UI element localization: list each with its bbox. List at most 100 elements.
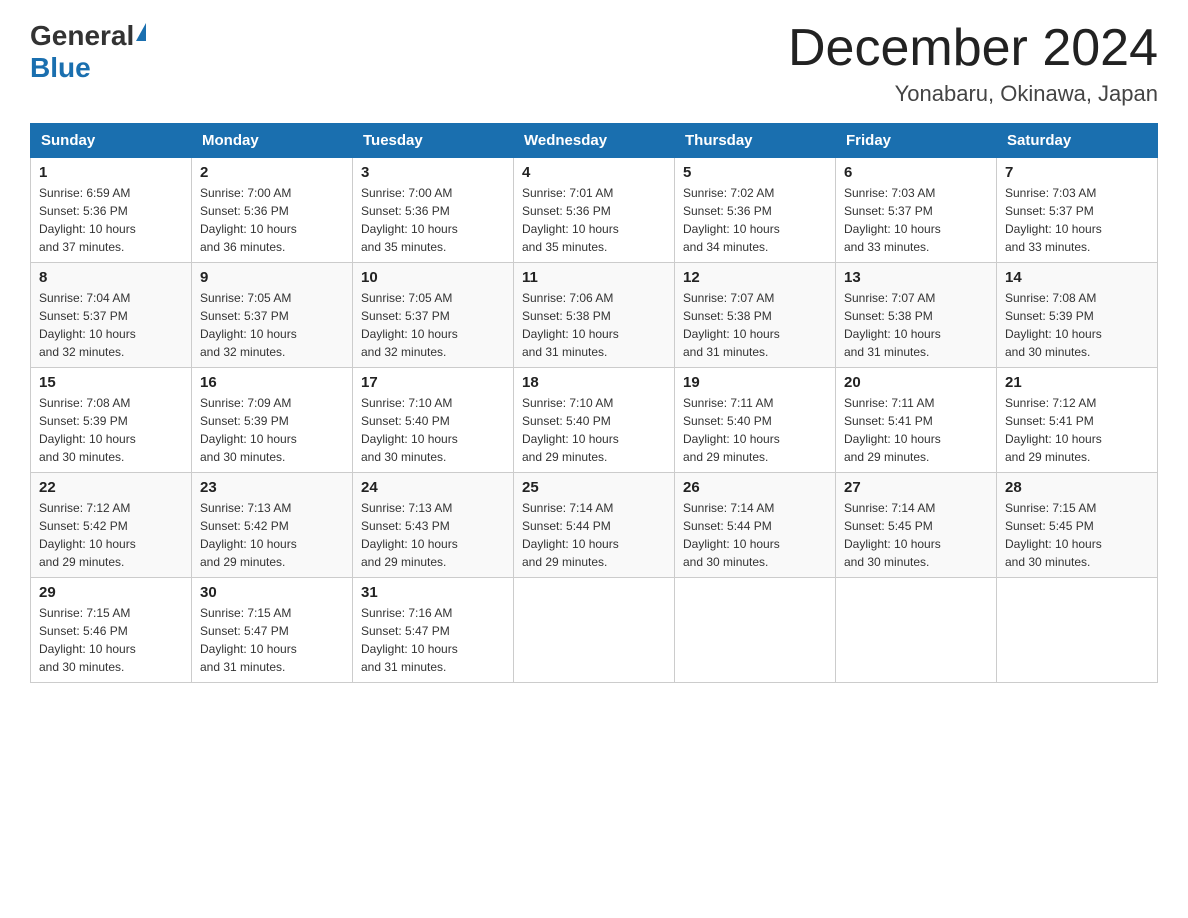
day-number: 10 xyxy=(361,269,505,286)
calendar-cell: 29 Sunrise: 7:15 AMSunset: 5:46 PMDayligh… xyxy=(31,578,192,683)
day-number: 21 xyxy=(1005,374,1149,391)
day-info: Sunrise: 7:11 AMSunset: 5:40 PMDaylight:… xyxy=(683,394,827,466)
day-number: 18 xyxy=(522,374,666,391)
day-info: Sunrise: 7:00 AMSunset: 5:36 PMDaylight:… xyxy=(361,184,505,256)
calendar-cell: 10 Sunrise: 7:05 AMSunset: 5:37 PMDayligh… xyxy=(353,263,514,368)
day-info: Sunrise: 7:08 AMSunset: 5:39 PMDaylight:… xyxy=(39,394,183,466)
calendar-cell: 6Sunrise: 7:03 AMSunset: 5:37 PMDaylight… xyxy=(836,158,997,263)
day-number: 17 xyxy=(361,374,505,391)
location-title: Yonabaru, Okinawa, Japan xyxy=(788,81,1158,107)
day-number: 19 xyxy=(683,374,827,391)
day-info: Sunrise: 7:00 AMSunset: 5:36 PMDaylight:… xyxy=(200,184,344,256)
weekday-header-row: SundayMondayTuesdayWednesdayThursdayFrid… xyxy=(31,124,1158,158)
day-number: 8 xyxy=(39,269,183,286)
calendar-cell xyxy=(997,578,1158,683)
day-info: Sunrise: 7:13 AMSunset: 5:42 PMDaylight:… xyxy=(200,499,344,571)
day-number: 2 xyxy=(200,164,344,181)
calendar-cell: 26 Sunrise: 7:14 AMSunset: 5:44 PMDayligh… xyxy=(675,473,836,578)
calendar-cell: 18 Sunrise: 7:10 AMSunset: 5:40 PMDayligh… xyxy=(514,368,675,473)
day-number: 15 xyxy=(39,374,183,391)
calendar-cell: 30Sunrise: 7:15 AMSunset: 5:47 PMDayligh… xyxy=(192,578,353,683)
calendar-cell: 3 Sunrise: 7:00 AMSunset: 5:36 PMDaylight… xyxy=(353,158,514,263)
calendar-week-row: 1 Sunrise: 6:59 AMSunset: 5:36 PMDaylight… xyxy=(31,158,1158,263)
day-number: 31 xyxy=(361,584,505,601)
day-info: Sunrise: 7:14 AMSunset: 5:44 PMDaylight:… xyxy=(683,499,827,571)
calendar-cell: 15 Sunrise: 7:08 AMSunset: 5:39 PMDayligh… xyxy=(31,368,192,473)
day-info: Sunrise: 7:07 AMSunset: 5:38 PMDaylight:… xyxy=(683,289,827,361)
day-info: Sunrise: 7:06 AMSunset: 5:38 PMDaylight:… xyxy=(522,289,666,361)
calendar-cell: 22 Sunrise: 7:12 AMSunset: 5:42 PMDayligh… xyxy=(31,473,192,578)
calendar-week-row: 8 Sunrise: 7:04 AMSunset: 5:37 PMDaylight… xyxy=(31,263,1158,368)
day-number: 14 xyxy=(1005,269,1149,286)
day-info: Sunrise: 7:12 AMSunset: 5:42 PMDaylight:… xyxy=(39,499,183,571)
calendar-cell: 16Sunrise: 7:09 AMSunset: 5:39 PMDayligh… xyxy=(192,368,353,473)
day-info: Sunrise: 6:59 AMSunset: 5:36 PMDaylight:… xyxy=(39,184,183,256)
day-number: 12 xyxy=(683,269,827,286)
calendar-cell: 7 Sunrise: 7:03 AMSunset: 5:37 PMDaylight… xyxy=(997,158,1158,263)
calendar-cell: 17Sunrise: 7:10 AMSunset: 5:40 PMDayligh… xyxy=(353,368,514,473)
calendar-cell: 9Sunrise: 7:05 AMSunset: 5:37 PMDaylight… xyxy=(192,263,353,368)
calendar-cell: 2 Sunrise: 7:00 AMSunset: 5:36 PMDaylight… xyxy=(192,158,353,263)
header-monday: Monday xyxy=(192,124,353,158)
calendar-cell: 28 Sunrise: 7:15 AMSunset: 5:45 PMDayligh… xyxy=(997,473,1158,578)
day-info: Sunrise: 7:15 AMSunset: 5:46 PMDaylight:… xyxy=(39,604,183,676)
calendar-cell: 21 Sunrise: 7:12 AMSunset: 5:41 PMDayligh… xyxy=(997,368,1158,473)
day-number: 11 xyxy=(522,269,666,286)
calendar-cell: 4Sunrise: 7:01 AMSunset: 5:36 PMDaylight… xyxy=(514,158,675,263)
calendar-week-row: 29 Sunrise: 7:15 AMSunset: 5:46 PMDayligh… xyxy=(31,578,1158,683)
day-number: 26 xyxy=(683,479,827,496)
header-wednesday: Wednesday xyxy=(514,124,675,158)
calendar-cell: 25 Sunrise: 7:14 AMSunset: 5:44 PMDayligh… xyxy=(514,473,675,578)
day-info: Sunrise: 7:04 AMSunset: 5:37 PMDaylight:… xyxy=(39,289,183,361)
header-thursday: Thursday xyxy=(675,124,836,158)
calendar-cell: 5 Sunrise: 7:02 AMSunset: 5:36 PMDaylight… xyxy=(675,158,836,263)
day-info: Sunrise: 7:08 AMSunset: 5:39 PMDaylight:… xyxy=(1005,289,1149,361)
day-info: Sunrise: 7:12 AMSunset: 5:41 PMDaylight:… xyxy=(1005,394,1149,466)
day-info: Sunrise: 7:05 AMSunset: 5:37 PMDaylight:… xyxy=(361,289,505,361)
day-number: 20 xyxy=(844,374,988,391)
day-number: 9 xyxy=(200,269,344,286)
calendar-cell: 20Sunrise: 7:11 AMSunset: 5:41 PMDayligh… xyxy=(836,368,997,473)
day-number: 13 xyxy=(844,269,988,286)
month-title: December 2024 xyxy=(788,20,1158,77)
day-number: 5 xyxy=(683,164,827,181)
logo-triangle-icon xyxy=(136,23,146,41)
day-number: 1 xyxy=(39,164,183,181)
calendar-week-row: 22 Sunrise: 7:12 AMSunset: 5:42 PMDayligh… xyxy=(31,473,1158,578)
day-info: Sunrise: 7:15 AMSunset: 5:45 PMDaylight:… xyxy=(1005,499,1149,571)
logo-blue: Blue xyxy=(30,52,91,84)
page-header: General Blue December 2024 Yonabaru, Oki… xyxy=(30,20,1158,107)
header-tuesday: Tuesday xyxy=(353,124,514,158)
header-friday: Friday xyxy=(836,124,997,158)
day-number: 23 xyxy=(200,479,344,496)
logo-general: General xyxy=(30,20,134,52)
calendar-cell: 27Sunrise: 7:14 AMSunset: 5:45 PMDayligh… xyxy=(836,473,997,578)
day-number: 3 xyxy=(361,164,505,181)
day-info: Sunrise: 7:15 AMSunset: 5:47 PMDaylight:… xyxy=(200,604,344,676)
day-number: 7 xyxy=(1005,164,1149,181)
day-info: Sunrise: 7:02 AMSunset: 5:36 PMDaylight:… xyxy=(683,184,827,256)
calendar-cell: 12 Sunrise: 7:07 AMSunset: 5:38 PMDayligh… xyxy=(675,263,836,368)
day-number: 29 xyxy=(39,584,183,601)
header-sunday: Sunday xyxy=(31,124,192,158)
logo: General Blue xyxy=(30,20,146,84)
calendar-week-row: 15 Sunrise: 7:08 AMSunset: 5:39 PMDayligh… xyxy=(31,368,1158,473)
day-info: Sunrise: 7:10 AMSunset: 5:40 PMDaylight:… xyxy=(522,394,666,466)
calendar-cell: 8 Sunrise: 7:04 AMSunset: 5:37 PMDaylight… xyxy=(31,263,192,368)
day-info: Sunrise: 7:16 AMSunset: 5:47 PMDaylight:… xyxy=(361,604,505,676)
day-info: Sunrise: 7:09 AMSunset: 5:39 PMDaylight:… xyxy=(200,394,344,466)
day-info: Sunrise: 7:03 AMSunset: 5:37 PMDaylight:… xyxy=(1005,184,1149,256)
calendar-cell xyxy=(675,578,836,683)
day-number: 6 xyxy=(844,164,988,181)
day-number: 25 xyxy=(522,479,666,496)
header-saturday: Saturday xyxy=(997,124,1158,158)
day-number: 28 xyxy=(1005,479,1149,496)
calendar-cell: 23 Sunrise: 7:13 AMSunset: 5:42 PMDayligh… xyxy=(192,473,353,578)
calendar-table: SundayMondayTuesdayWednesdayThursdayFrid… xyxy=(30,123,1158,683)
day-number: 22 xyxy=(39,479,183,496)
calendar-cell: 1 Sunrise: 6:59 AMSunset: 5:36 PMDaylight… xyxy=(31,158,192,263)
day-number: 4 xyxy=(522,164,666,181)
day-info: Sunrise: 7:14 AMSunset: 5:44 PMDaylight:… xyxy=(522,499,666,571)
calendar-cell: 11 Sunrise: 7:06 AMSunset: 5:38 PMDayligh… xyxy=(514,263,675,368)
calendar-cell: 31 Sunrise: 7:16 AMSunset: 5:47 PMDayligh… xyxy=(353,578,514,683)
